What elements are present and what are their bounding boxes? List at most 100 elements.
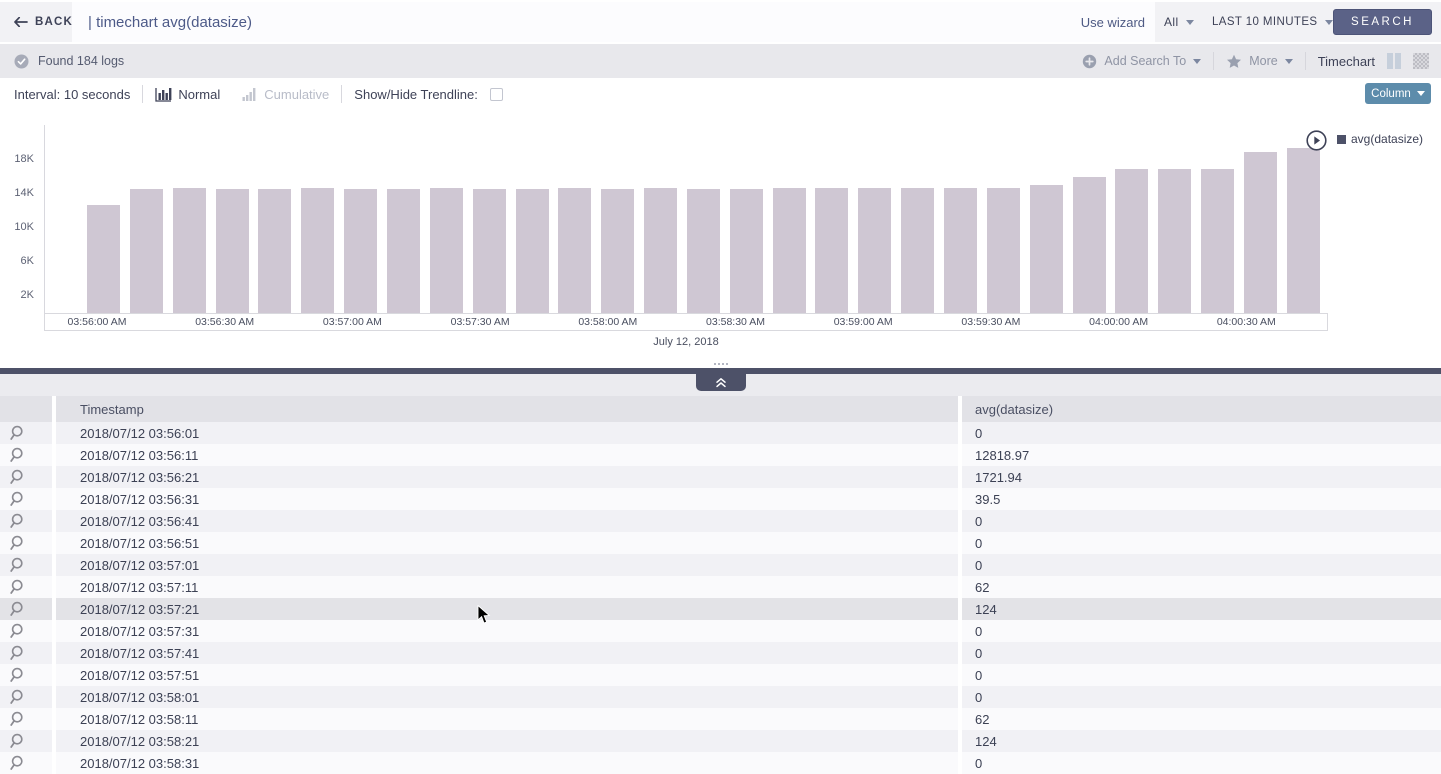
table-row[interactable]: 2018/07/12 03:57:510 [0,664,1441,686]
chart-bar[interactable] [387,189,420,313]
value-cell: 62 [962,576,1441,598]
chart-bar[interactable] [987,188,1020,313]
magnifier-icon[interactable] [0,686,52,708]
scope-dropdown[interactable]: All [1164,2,1194,42]
table-row[interactable]: 2018/07/12 03:58:21124 [0,730,1441,752]
bar-chart-icon [155,87,172,102]
chart-controls-row: Interval: 10 seconds Normal Cumulative [0,78,1441,110]
magnifier-icon[interactable] [0,488,52,510]
magnifier-icon[interactable] [0,664,52,686]
magnifier-icon[interactable] [0,642,52,664]
icon-column-header [0,396,52,422]
chart-bar[interactable] [644,188,677,313]
chart-bar[interactable] [258,189,291,313]
chart-bar[interactable] [944,188,977,313]
table-row[interactable]: 2018/07/12 03:57:21124 [0,598,1441,620]
value-column-header[interactable]: avg(datasize) [962,396,1441,422]
chart-bar[interactable] [1287,148,1320,313]
chart-bar[interactable] [815,188,848,313]
chart-bar[interactable] [687,189,720,313]
magnifier-icon[interactable] [0,444,52,466]
back-button[interactable]: BACK [14,2,73,42]
chart-bar[interactable] [1158,169,1191,313]
table-row[interactable]: 2018/07/12 03:56:1112818.97 [0,444,1441,466]
chart-bar[interactable] [87,205,120,313]
trendline-checkbox[interactable] [490,88,503,101]
value-cell: 0 [962,642,1441,664]
value-cell: 0 [962,752,1441,774]
magnifier-icon[interactable] [0,598,52,620]
magnifier-icon[interactable] [0,554,52,576]
chart-bar[interactable] [558,188,591,313]
table-row[interactable]: 2018/07/12 03:58:1162 [0,708,1441,730]
chart-bar[interactable] [773,188,806,313]
check-circle-icon [14,54,29,69]
magnifier-icon[interactable] [0,752,52,774]
table-row[interactable]: 2018/07/12 03:58:310 [0,752,1441,774]
value-cell: 0 [962,510,1441,532]
magnifier-icon[interactable] [0,620,52,642]
top-bar: BACK | timechart avg(datasize) Use wizar… [0,2,1441,42]
x-tick-label: 03:58:00 AM [578,315,637,330]
magnifier-icon[interactable] [0,532,52,554]
magnifier-icon[interactable] [0,576,52,598]
star-icon [1226,54,1242,69]
chart-bar[interactable] [1073,177,1106,313]
results-status-bar: Found 184 logs Add Search To More Timec [0,44,1441,78]
double-chevron-up-icon [715,377,727,388]
table-view-icon[interactable] [1413,53,1429,69]
chart-bar[interactable] [1030,185,1063,313]
table-body: 2018/07/12 03:56:0102018/07/12 03:56:111… [0,422,1441,774]
use-wizard-link[interactable]: Use wizard [1081,2,1145,42]
chart-bar[interactable] [344,189,377,313]
timestamp-cell: 2018/07/12 03:58:21 [56,730,958,752]
chart-view-icon[interactable] [1387,53,1401,69]
chart-bar[interactable] [858,188,891,313]
magnifier-icon[interactable] [0,708,52,730]
chart-type-dropdown[interactable]: Column [1365,83,1431,104]
table-row[interactable]: 2018/07/12 03:57:410 [0,642,1441,664]
chart-bar[interactable] [130,189,163,313]
query-input[interactable]: | timechart avg(datasize) Use wizard [72,2,1155,42]
play-button[interactable] [1306,130,1327,156]
chart-legend[interactable]: avg(datasize) [1337,132,1423,146]
table-row[interactable]: 2018/07/12 03:56:010 [0,422,1441,444]
table-row[interactable]: 2018/07/12 03:56:510 [0,532,1441,554]
x-tick-label: 03:57:30 AM [451,315,510,330]
magnifier-icon[interactable] [0,422,52,444]
time-range-dropdown[interactable]: LAST 10 MINUTES [1212,2,1333,42]
magnifier-icon[interactable] [0,466,52,488]
divider [142,85,143,103]
table-row[interactable]: 2018/07/12 03:57:1162 [0,576,1441,598]
chart-bar[interactable] [216,189,249,313]
x-tick-label: 03:59:00 AM [834,315,893,330]
search-button[interactable]: SEARCH [1333,9,1432,35]
chart-bar[interactable] [516,189,549,313]
table-row[interactable]: 2018/07/12 03:57:310 [0,620,1441,642]
table-row[interactable]: 2018/07/12 03:57:010 [0,554,1441,576]
normal-mode-toggle[interactable]: Normal [155,87,220,102]
chart-bar[interactable] [1244,152,1277,313]
chart-bar[interactable] [601,189,634,313]
timestamp-column-header[interactable]: Timestamp [56,396,958,422]
chart-bar[interactable] [301,188,334,313]
chart-bar[interactable] [1115,169,1148,313]
more-menu[interactable]: More [1226,54,1292,69]
cumulative-mode-toggle[interactable]: Cumulative [242,87,329,102]
magnifier-icon[interactable] [0,510,52,532]
table-row[interactable]: 2018/07/12 03:58:010 [0,686,1441,708]
timestamp-cell: 2018/07/12 03:56:51 [56,532,958,554]
chart-bar[interactable] [730,189,763,313]
chart-bar[interactable] [473,189,506,313]
value-cell: 62 [962,708,1441,730]
chart-bar[interactable] [1201,169,1234,313]
table-row[interactable]: 2018/07/12 03:56:3139.5 [0,488,1441,510]
table-row[interactable]: 2018/07/12 03:56:211721.94 [0,466,1441,488]
chart-bar[interactable] [430,188,463,313]
magnifier-icon[interactable] [0,730,52,752]
chart-bar[interactable] [901,188,934,313]
add-search-to-menu[interactable]: Add Search To [1082,54,1201,69]
collapse-table-button[interactable] [696,374,746,391]
chart-bar[interactable] [173,188,206,313]
table-row[interactable]: 2018/07/12 03:56:410 [0,510,1441,532]
